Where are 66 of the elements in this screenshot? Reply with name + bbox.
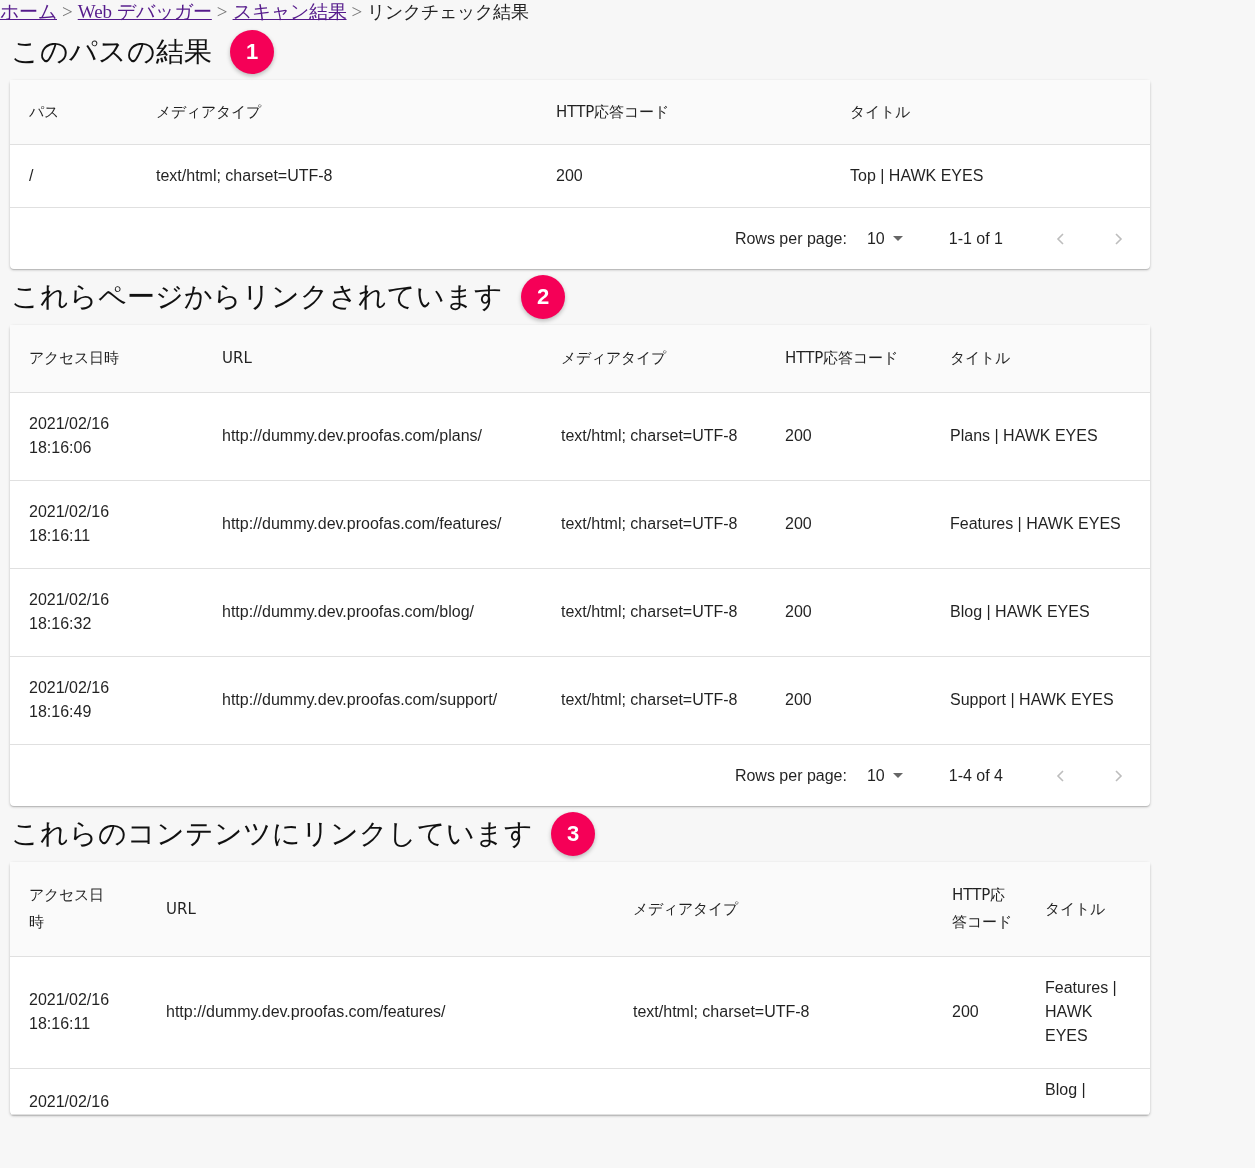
column-header: HTTP応答コード	[952, 862, 1045, 957]
table-cell: 200	[952, 1003, 979, 1020]
column-header: タイトル	[850, 80, 1150, 145]
table-cell: text/html; charset=UTF-8	[633, 1003, 810, 1020]
column-header: HTTP応答コード	[556, 80, 850, 145]
column-header: URL	[166, 862, 633, 957]
table-cell: Support | HAWK EYES	[950, 691, 1114, 708]
column-header: タイトル	[1045, 862, 1150, 957]
table-cell: text/html; charset=UTF-8	[561, 691, 738, 708]
table-cell: Features | HAWK EYES	[1045, 979, 1117, 1044]
breadcrumb-link[interactable]: スキャン結果	[232, 0, 347, 24]
table-cell: 2021/02/16 18:16:11	[29, 503, 110, 544]
breadcrumb-separator: >	[62, 0, 73, 24]
section-heading: これらページからリンクされています	[11, 279, 503, 315]
table-cell: 2021/02/16	[29, 1093, 110, 1110]
table-cell: 200	[556, 167, 583, 184]
breadcrumb-link[interactable]: Web デバッガー	[77, 0, 212, 24]
column-header: アクセス日時	[10, 325, 222, 393]
table-cell: 200	[785, 603, 812, 620]
table-cell: 200	[785, 515, 812, 532]
table-cell: text/html; charset=UTF-8	[561, 427, 738, 444]
table-cell: Top | HAWK EYES	[850, 167, 984, 184]
number-badge: 2	[521, 275, 565, 319]
table-cell: http://dummy.dev.proofas.com/plans/	[222, 427, 482, 444]
rows-per-page-label: Rows per page:	[734, 229, 847, 248]
column-header: メディアタイプ	[561, 325, 785, 393]
caret-icon	[892, 773, 903, 778]
column-header: アクセス日時	[10, 862, 166, 957]
table-cell: Features | HAWK EYES	[950, 515, 1121, 532]
table-cell: 2021/02/16 18:16:11	[29, 991, 110, 1032]
breadcrumb-separator: >	[351, 0, 363, 24]
column-header: URL	[222, 325, 561, 393]
table-cell: 200	[785, 691, 812, 708]
caret-icon	[892, 236, 903, 241]
number-badge: 1	[230, 30, 274, 74]
page-range: 1-1 of 1	[948, 229, 1003, 248]
table-cell: Plans | HAWK EYES	[950, 427, 1098, 444]
column-header: HTTP応答コード	[785, 325, 950, 393]
table-cell: 2021/02/16 18:16:32	[29, 591, 110, 632]
page-range: 1-4 of 4	[948, 766, 1003, 785]
table-cell: text/html; charset=UTF-8	[156, 167, 333, 184]
table-cell: http://dummy.dev.proofas.com/features/	[222, 515, 502, 532]
table-cell: 200	[785, 427, 812, 444]
column-header: メディアタイプ	[633, 862, 952, 957]
table-cell: 2021/02/16 18:16:06	[29, 415, 110, 456]
table-cell: http://dummy.dev.proofas.com/features/	[166, 1003, 446, 1020]
table-cell: /	[29, 167, 34, 184]
table-cell: text/html; charset=UTF-8	[561, 515, 738, 532]
table-cell: Blog |	[1045, 1081, 1086, 1098]
column-header: メディアタイプ	[156, 80, 556, 145]
table-cell: 2021/02/16 18:16:49	[29, 679, 110, 720]
table-cell: http://dummy.dev.proofas.com/blog/	[222, 603, 474, 620]
rows-per-page-select[interactable]: 10	[866, 766, 903, 785]
section-heading: これらのコンテンツにリンクしています	[11, 816, 533, 852]
table-cell: http://dummy.dev.proofas.com/support/	[222, 691, 498, 708]
breadcrumb-link[interactable]: ホーム	[0, 0, 57, 24]
rows-per-page-label: Rows per page:	[734, 766, 847, 785]
number-badge: 3	[551, 812, 595, 856]
breadcrumb-separator: >	[216, 0, 228, 24]
section-heading: このパスの結果	[11, 34, 212, 70]
rows-per-page-select[interactable]: 10	[866, 229, 903, 248]
breadcrumb-current: リンクチェック結果	[367, 0, 530, 24]
table-cell: text/html; charset=UTF-8	[561, 603, 738, 620]
column-header: タイトル	[950, 325, 1150, 393]
column-header: パス	[10, 80, 156, 145]
table-cell: Blog | HAWK EYES	[950, 603, 1090, 620]
